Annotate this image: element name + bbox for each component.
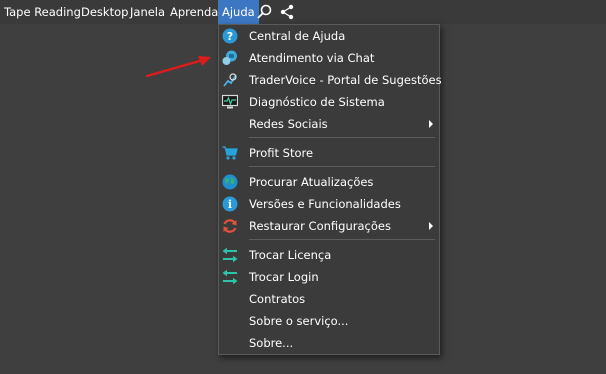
menu-item-profit-store[interactable]: Profit Store xyxy=(219,142,439,164)
search-icon[interactable] xyxy=(256,3,274,21)
menu-ajuda[interactable]: Ajuda xyxy=(218,0,259,24)
chat-support-icon xyxy=(222,50,238,66)
menu-separator xyxy=(249,137,435,138)
menu-item-trocar-login[interactable]: Trocar Login xyxy=(219,266,439,288)
menu-item-diagnostico-de-sistema[interactable]: Diagnóstico de Sistema xyxy=(219,91,439,113)
restore-icon xyxy=(222,218,238,234)
swap-arrows-icon xyxy=(222,247,238,263)
menu-item-label: Procurar Atualizações xyxy=(249,175,374,189)
menu-item-sobre-o-servico[interactable]: Sobre o serviço... xyxy=(219,310,439,332)
submenu-arrow-icon xyxy=(429,120,433,128)
annotation-arrow-icon xyxy=(145,56,211,78)
menu-item-trocar-licenca[interactable]: Trocar Licença xyxy=(219,244,439,266)
menu-item-procurar-atualizacoes[interactable]: Procurar Atualizações xyxy=(219,171,439,193)
menu-tape-reading[interactable]: Tape Reading xyxy=(4,0,81,24)
svg-text:i: i xyxy=(228,198,232,211)
svg-text:?: ? xyxy=(227,30,233,43)
menu-item-sobre[interactable]: Sobre... xyxy=(219,332,439,354)
menu-item-label: Redes Sociais xyxy=(249,117,328,131)
swap-arrows-icon xyxy=(222,269,238,285)
menu-janela[interactable]: Janela xyxy=(130,0,165,24)
menu-item-label: Versões e Funcionalidades xyxy=(249,197,401,211)
menu-desktop[interactable]: Desktop xyxy=(81,0,128,24)
menu-item-label: Restaurar Configurações xyxy=(249,219,391,233)
menu-aprenda[interactable]: Aprenda xyxy=(170,0,218,24)
menu-item-tradervoice[interactable]: TraderVoice - Portal de Sugestões xyxy=(219,69,442,91)
menu-item-redes-sociais[interactable]: Redes Sociais xyxy=(219,113,439,135)
shopping-cart-icon xyxy=(222,145,238,161)
menu-item-versoes-e-funcionalidades[interactable]: i Versões e Funcionalidades xyxy=(219,193,439,215)
menu-item-label: Trocar Login xyxy=(249,270,319,284)
menu-item-label: Sobre o serviço... xyxy=(249,314,349,328)
menu-bar: Tape Reading Desktop Janela Aprenda Ajud… xyxy=(0,0,606,24)
info-icon: i xyxy=(222,196,238,212)
menu-item-label: Central de Ajuda xyxy=(249,29,346,43)
submenu-arrow-icon xyxy=(429,222,433,230)
menu-separator xyxy=(249,166,435,167)
menu-item-label: Profit Store xyxy=(249,146,314,160)
menu-item-label: Atendimento via Chat xyxy=(249,51,375,65)
menu-item-atendimento-via-chat[interactable]: Atendimento via Chat xyxy=(219,47,439,69)
help-circle-icon: ? xyxy=(222,28,238,44)
menu-item-restaurar-configuracoes[interactable]: Restaurar Configurações xyxy=(219,215,439,237)
menu-item-label: Contratos xyxy=(249,292,306,306)
monitor-diagnostic-icon xyxy=(221,94,239,110)
help-dropdown-menu: ? Central de Ajuda Atendimento via Chat … xyxy=(218,24,442,355)
menu-item-central-de-ajuda[interactable]: ? Central de Ajuda xyxy=(219,25,439,47)
menu-item-contratos[interactable]: Contratos xyxy=(219,288,439,310)
menu-item-label: Trocar Licença xyxy=(249,248,332,262)
menu-item-label: Diagnóstico de Sistema xyxy=(249,95,385,109)
globe-icon xyxy=(222,174,238,190)
menu-separator xyxy=(249,239,435,240)
menu-item-label: TraderVoice - Portal de Sugestões xyxy=(249,73,442,87)
tradervoice-icon xyxy=(222,72,238,88)
menu-item-label: Sobre... xyxy=(249,336,294,350)
share-icon[interactable] xyxy=(278,3,296,21)
